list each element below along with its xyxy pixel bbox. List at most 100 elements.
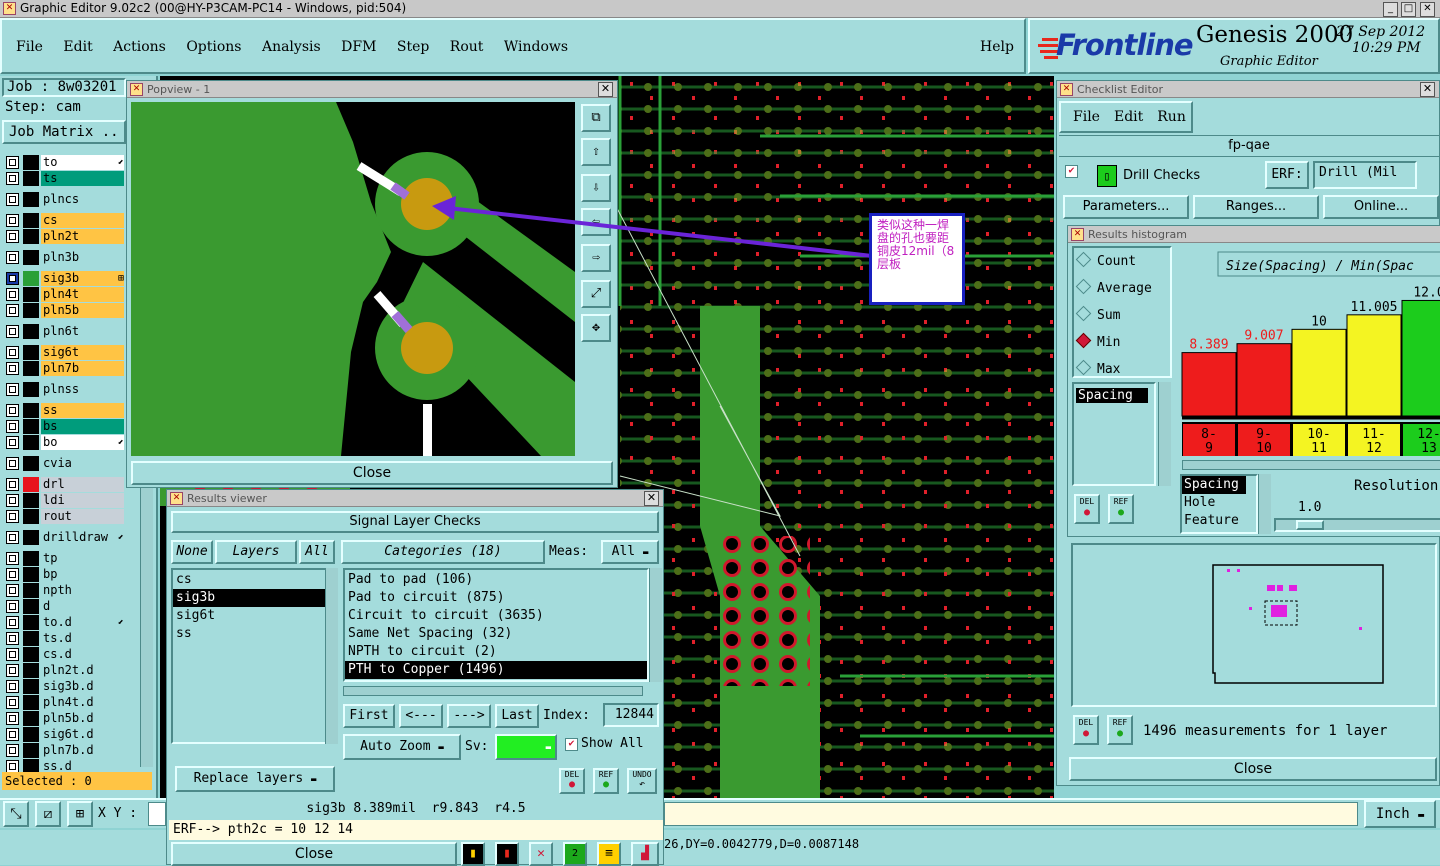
layer-name[interactable]: d	[41, 599, 124, 614]
layer-color-swatch[interactable]	[23, 271, 39, 286]
layer-checkbox[interactable]	[6, 552, 19, 565]
histogram-bar[interactable]	[1291, 328, 1347, 417]
categories-button[interactable]: Categories (18)	[341, 540, 545, 564]
layer-row[interactable]: rout	[2, 509, 126, 524]
mode-sum-radio[interactable]	[1075, 305, 1092, 322]
ref-button[interactable]: REF ●	[593, 768, 619, 794]
layer-checkbox[interactable]	[6, 172, 19, 185]
layer-color-swatch[interactable]	[23, 171, 39, 186]
results-category-list[interactable]: Pad to pad (106) Pad to circuit (875) Circ…	[343, 568, 649, 682]
results-viewer-title-bar[interactable]: ✕ Results viewer ✕	[167, 490, 663, 507]
layer-row[interactable]: pln4t.d	[2, 695, 126, 710]
zoom-fit-icon[interactable]: ⤡	[3, 801, 29, 827]
popview-pan-down-icon[interactable]: ⇩	[581, 174, 611, 202]
menu-rout[interactable]: Rout	[450, 39, 484, 55]
layer-name[interactable]: pln7b.d	[41, 743, 124, 758]
layer-color-swatch[interactable]	[23, 493, 39, 508]
layer-row[interactable]: pln6t	[2, 324, 126, 339]
replace-layers-dropdown[interactable]: Replace layers ▬	[175, 766, 335, 792]
layer-color-swatch[interactable]	[23, 583, 39, 598]
layer-checkbox[interactable]	[6, 584, 19, 597]
histogram-bar[interactable]	[1346, 314, 1402, 417]
app-title-bar[interactable]: ✕ Graphic Editor 9.02c2 (00@HY-P3CAM-PC14…	[0, 0, 1440, 18]
mode-sum[interactable]: Sum	[1074, 305, 1120, 323]
layer-color-swatch[interactable]	[23, 345, 39, 360]
layer-name[interactable]: sig6t.d	[41, 727, 124, 742]
type-spacing[interactable]: Spacing	[1182, 476, 1246, 494]
layer-checkbox[interactable]	[6, 362, 19, 375]
board-thumbnail[interactable]	[1071, 543, 1437, 707]
layer-name[interactable]: cs.d	[41, 647, 124, 662]
layer-color-swatch[interactable]	[23, 530, 39, 545]
layer-name[interactable]: bp	[41, 567, 124, 582]
histogram-bar[interactable]	[1401, 299, 1440, 417]
list-item[interactable]: cs	[173, 571, 327, 589]
histogram-item-list[interactable]: Spacing	[1072, 382, 1156, 486]
layer-checkbox[interactable]	[6, 696, 19, 709]
checklist-menu-file[interactable]: File	[1073, 109, 1100, 125]
layer-name[interactable]: pln5b	[41, 303, 124, 318]
layer-row[interactable]: pln7b	[2, 361, 126, 376]
menu-help[interactable]: Help	[980, 39, 1014, 55]
hist-del-button[interactable]: DEL ●	[1074, 494, 1100, 524]
mode-count[interactable]: Count	[1074, 251, 1136, 269]
del-button[interactable]: DEL ●	[559, 768, 585, 794]
erf-value-field[interactable]: Drill (Mil	[1313, 161, 1417, 189]
close-window-icon[interactable]: ✕	[1420, 2, 1435, 17]
layer-name[interactable]: ldi	[41, 493, 124, 508]
popview-pan-right-icon[interactable]: ⇨	[581, 244, 611, 272]
layer-checkbox[interactable]	[6, 531, 19, 544]
layer-row[interactable]: bs	[2, 419, 126, 434]
list-item[interactable]: Pad to pad (106)	[345, 571, 647, 589]
layer-color-swatch[interactable]	[23, 477, 39, 492]
ranges-button[interactable]: Ranges...	[1193, 195, 1319, 219]
layer-color-swatch[interactable]	[23, 361, 39, 376]
measure-icon[interactable]: ⧄	[35, 801, 61, 827]
layer-name[interactable]: ts	[41, 171, 124, 186]
popview-zoom-in-icon[interactable]: ⧉	[581, 104, 611, 132]
last-button[interactable]: Last	[495, 704, 539, 728]
layer-row[interactable]: tp	[2, 551, 126, 566]
layer-row[interactable]: plnss	[2, 382, 126, 397]
resolution-slider[interactable]	[1274, 518, 1440, 532]
layer-name[interactable]: drl	[41, 477, 124, 492]
layer-row[interactable]: cs.d	[2, 647, 126, 662]
layer-checkbox[interactable]	[6, 272, 19, 285]
layer-row[interactable]: pln3b	[2, 250, 126, 265]
layer-color-swatch[interactable]	[23, 695, 39, 710]
erf-label-button[interactable]: ERF:	[1265, 161, 1309, 189]
layer-checkbox[interactable]	[6, 404, 19, 417]
results-layer-list[interactable]: cs sig3b sig6t ss	[171, 568, 329, 744]
layer-color-swatch[interactable]	[23, 229, 39, 244]
layer-name[interactable]: npth	[41, 583, 124, 598]
layer-name[interactable]: cs	[41, 213, 124, 228]
hist-ref-button[interactable]: REF ●	[1108, 494, 1134, 524]
item-list-scrollbar[interactable]	[1158, 382, 1171, 486]
parameters-button[interactable]: Parameters...	[1063, 195, 1189, 219]
layer-name[interactable]: to.d	[41, 615, 124, 630]
layer-row[interactable]: sig3b ⊞	[2, 271, 126, 286]
layer-name[interactable]: plnss	[41, 382, 124, 397]
mode-count-radio[interactable]	[1075, 251, 1092, 268]
type-feature[interactable]: Feature	[1182, 512, 1256, 530]
mode-min[interactable]: Min	[1074, 332, 1120, 350]
mode-average-radio[interactable]	[1075, 278, 1092, 295]
layer-row[interactable]: plncs	[2, 192, 126, 207]
layer-row[interactable]: sig6t.d	[2, 727, 126, 742]
checklist-close-icon[interactable]: ✕	[1420, 82, 1435, 97]
sv-color-dropdown[interactable]: ▬	[495, 734, 557, 760]
mode-min-radio[interactable]	[1075, 332, 1092, 349]
units-dropdown[interactable]: Inch ▬	[1364, 800, 1436, 828]
mode-average[interactable]: Average	[1074, 278, 1152, 296]
layer-name[interactable]: ts.d	[41, 631, 124, 646]
layer-color-swatch[interactable]	[23, 403, 39, 418]
layer-color-swatch[interactable]	[23, 743, 39, 758]
tool-histogram-icon[interactable]: ▟	[631, 842, 659, 866]
layer-row[interactable]: pln5b	[2, 303, 126, 318]
layer-row[interactable]: npth	[2, 583, 126, 598]
category-hscrollbar[interactable]	[343, 686, 643, 696]
layer-checkbox[interactable]	[6, 193, 19, 206]
layer-name[interactable]: tp	[41, 551, 124, 566]
layer-row[interactable]: drilldraw ⬋	[2, 530, 126, 545]
layer-row[interactable]: pln7b.d	[2, 743, 126, 758]
